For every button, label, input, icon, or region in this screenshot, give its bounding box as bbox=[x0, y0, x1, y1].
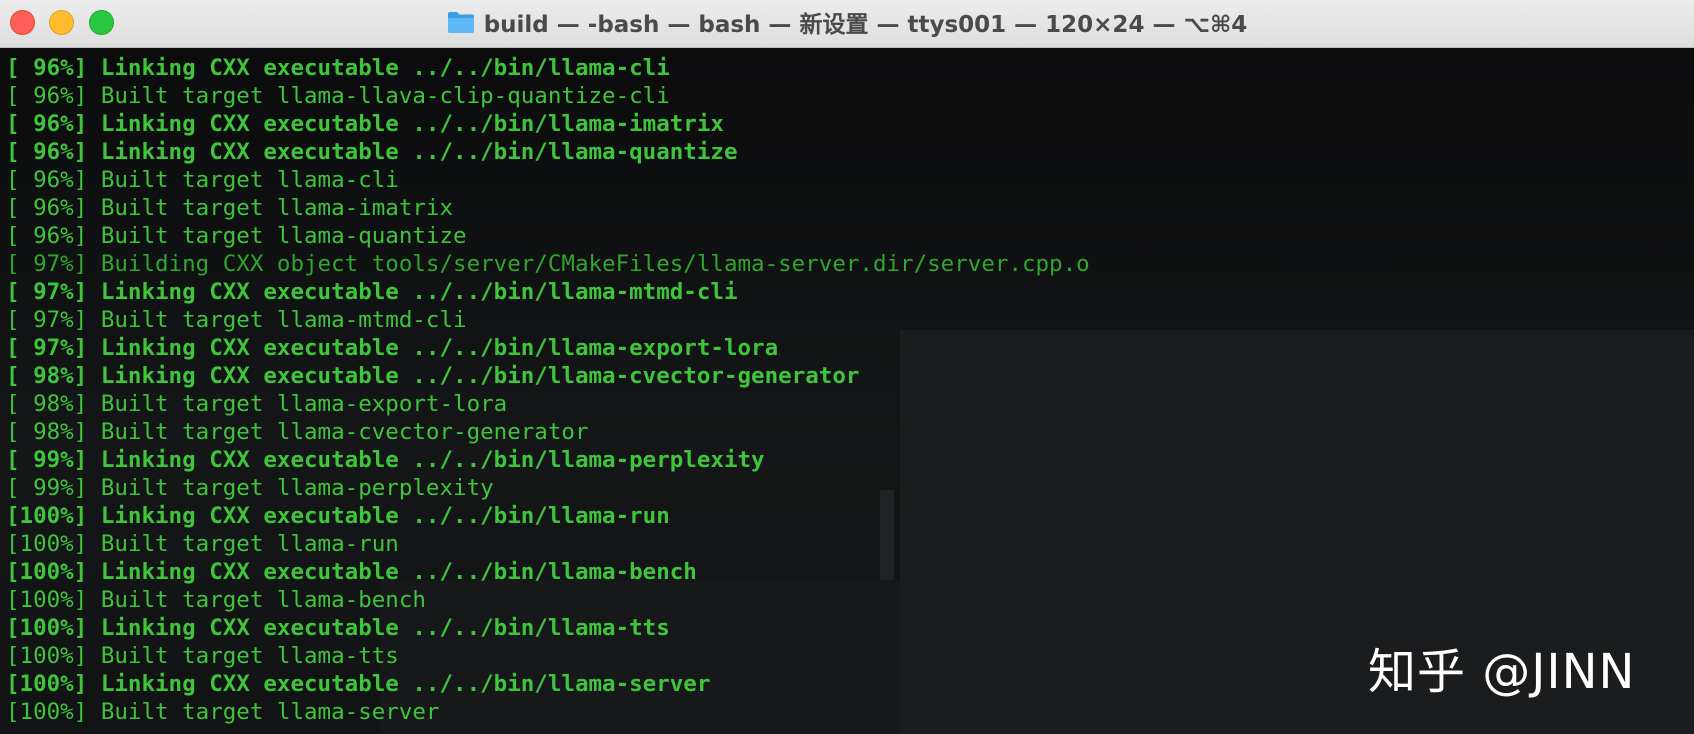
folder-icon bbox=[447, 12, 474, 33]
terminal-line: [ 97%] Building CXX object tools/server/… bbox=[6, 251, 1090, 277]
terminal-line: [ 96%] Built target llama-cli bbox=[6, 167, 399, 193]
terminal-line: [100%] Built target llama-server bbox=[6, 699, 440, 725]
terminal-line: [ 98%] Linking CXX executable ../../bin/… bbox=[6, 363, 860, 389]
terminal-line: [100%] Linking CXX executable ../../bin/… bbox=[6, 559, 697, 585]
terminal-line: [ 97%] Built target llama-mtmd-cli bbox=[6, 307, 467, 333]
terminal-line: [ 97%] Linking CXX executable ../../bin/… bbox=[6, 279, 738, 305]
terminal-line: [ 96%] Linking CXX executable ../../bin/… bbox=[6, 111, 724, 137]
terminal-line: [ 96%] Linking CXX executable ../../bin/… bbox=[6, 139, 738, 165]
terminal-line: [ 98%] Built target llama-export-lora bbox=[6, 391, 508, 417]
terminal-line: [ 96%] Built target llama-llava-clip-qua… bbox=[6, 83, 670, 109]
terminal-line: [ 98%] Built target llama-cvector-genera… bbox=[6, 419, 589, 445]
terminal-line: [ 99%] Built target llama-perplexity bbox=[6, 475, 494, 501]
window-title-group: build — -bash — bash — 新设置 — ttys001 — 1… bbox=[0, 0, 1694, 44]
terminal-line: [100%] Linking CXX executable ../../bin/… bbox=[6, 503, 670, 529]
terminal-line: [ 96%] Linking CXX executable ../../bin/… bbox=[6, 55, 670, 81]
terminal-line: [100%] Built target llama-run bbox=[6, 531, 399, 557]
terminal-line: [ 97%] Linking CXX executable ../../bin/… bbox=[6, 335, 779, 361]
terminal-line: [ 96%] Built target llama-quantize bbox=[6, 223, 467, 249]
window-title: build — -bash — bash — 新设置 — ttys001 — 1… bbox=[483, 12, 1248, 38]
terminal-line: [ 96%] Built target llama-imatrix bbox=[6, 195, 454, 221]
terminal-line: [ 99%] Linking CXX executable ../../bin/… bbox=[6, 447, 765, 473]
watermark: 知乎 @JINN bbox=[1368, 644, 1636, 700]
terminal-line: [100%] Built target llama-bench bbox=[6, 587, 426, 613]
title-bar[interactable]: build — -bash — bash — 新设置 — ttys001 — 1… bbox=[0, 0, 1694, 48]
terminal-window: build — -bash — bash — 新设置 — ttys001 — 1… bbox=[0, 0, 1694, 734]
